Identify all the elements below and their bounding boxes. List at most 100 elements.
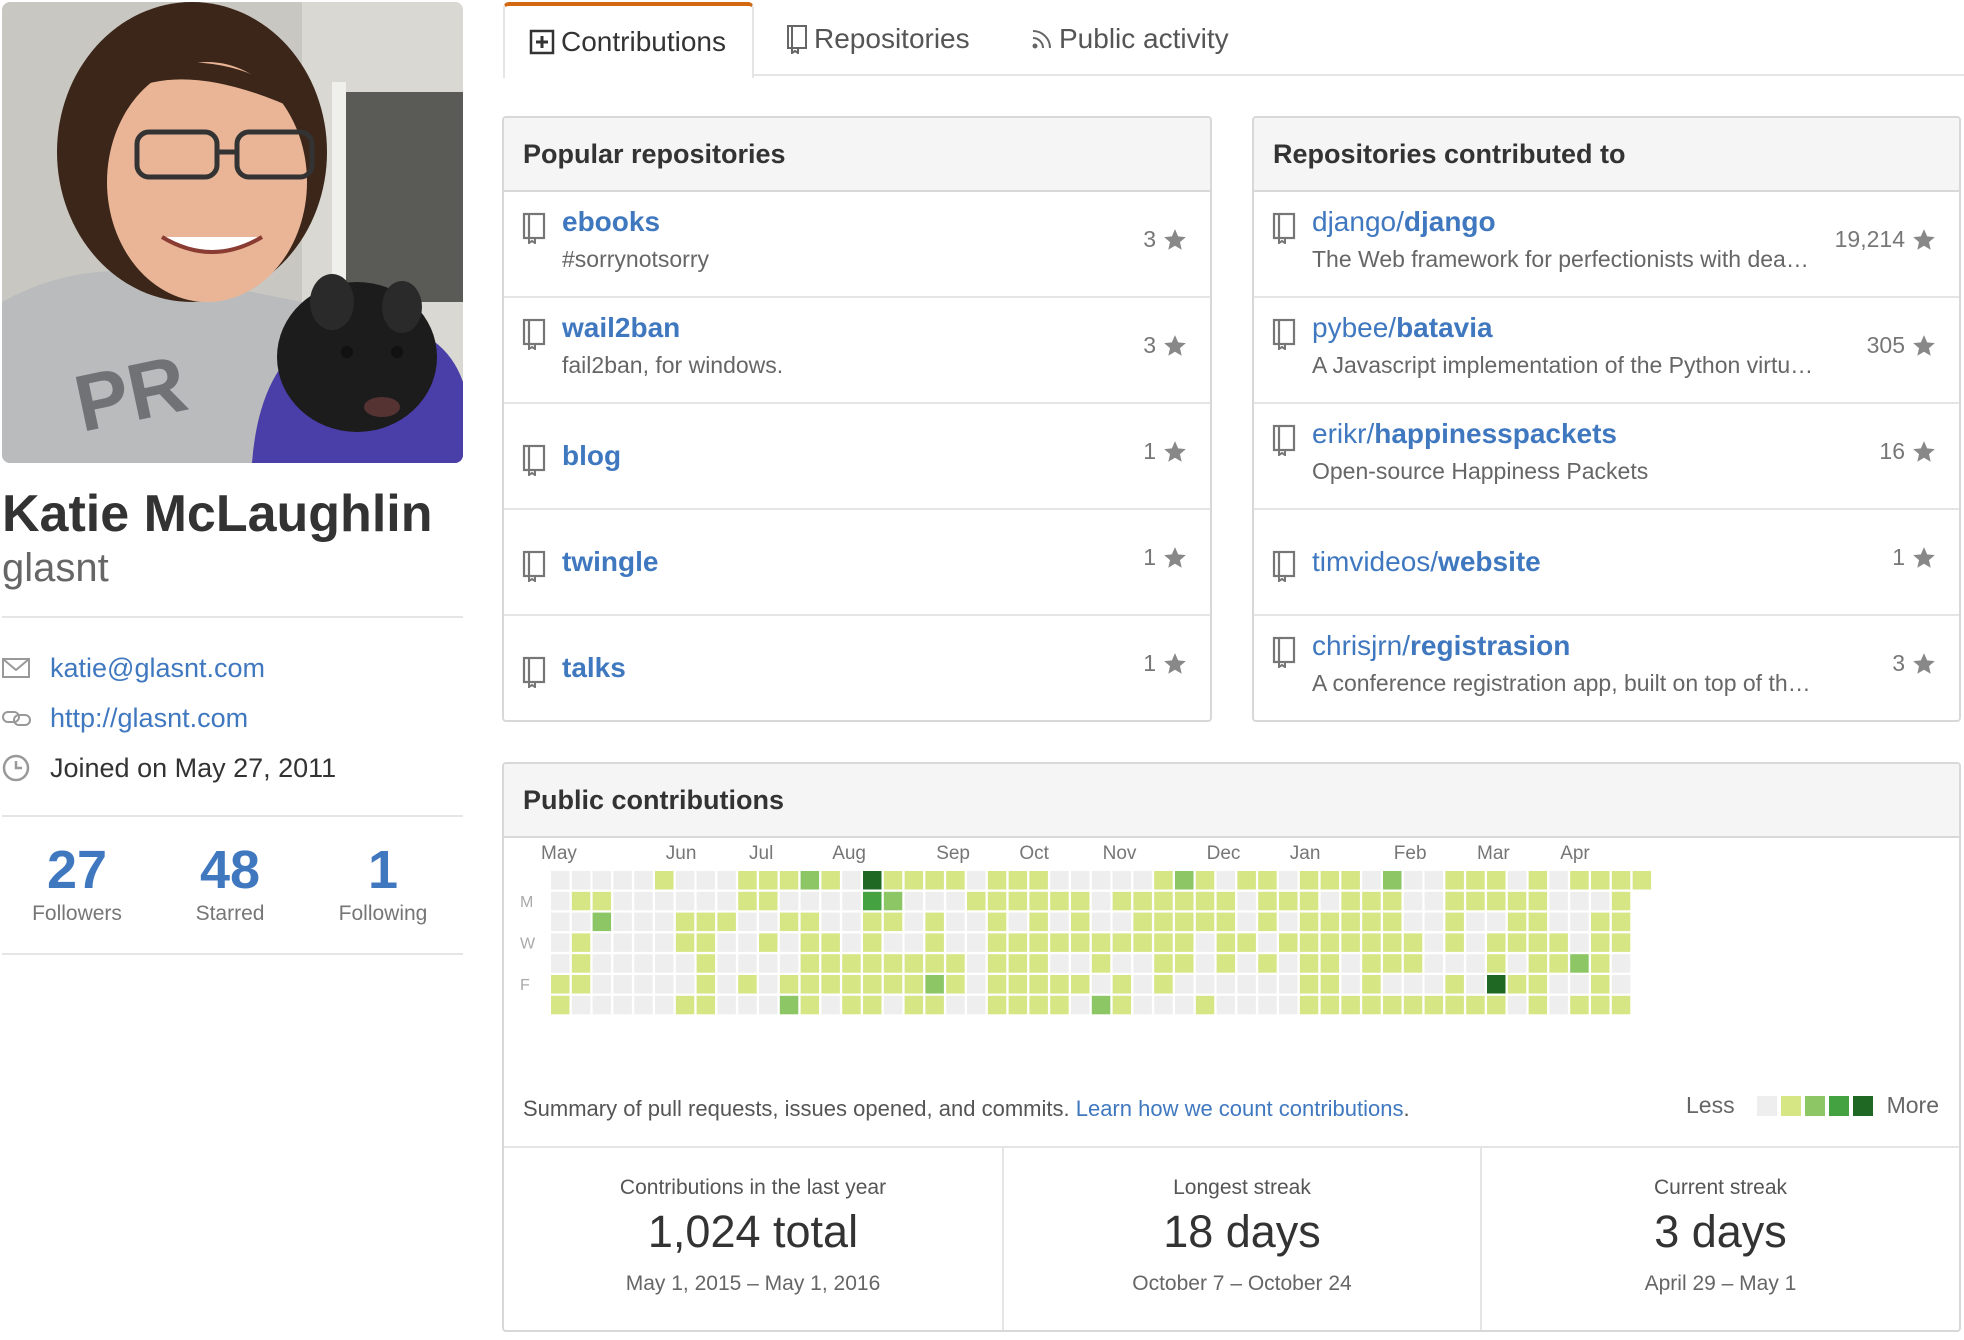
contribution-day[interactable] (1216, 995, 1236, 1015)
contribution-day[interactable] (717, 954, 736, 973)
contribution-day[interactable] (1050, 912, 1069, 932)
contribution-day[interactable] (1383, 954, 1402, 973)
contribution-day[interactable] (592, 891, 612, 911)
contribution-day[interactable] (655, 975, 674, 994)
contribution-day[interactable] (842, 912, 861, 932)
contribution-day[interactable] (1050, 891, 1069, 911)
contribution-day[interactable] (1237, 954, 1256, 973)
contribution-day[interactable] (1237, 933, 1256, 952)
contribution-day[interactable] (675, 891, 695, 911)
repo-link[interactable]: erikr/happinesspackets (1312, 418, 1617, 450)
contribution-day[interactable] (1528, 912, 1548, 932)
contribution-day[interactable] (717, 995, 736, 1015)
contribution-day[interactable] (1195, 871, 1215, 890)
contribution-day[interactable] (1570, 891, 1589, 911)
contribution-day[interactable] (759, 871, 778, 890)
contribution-day[interactable] (967, 975, 986, 994)
contribution-day[interactable] (1383, 912, 1402, 932)
contribution-day[interactable] (1133, 995, 1152, 1015)
contribution-day[interactable] (1591, 975, 1610, 994)
contribution-day[interactable] (1507, 912, 1527, 932)
contribution-day[interactable] (1258, 933, 1277, 952)
contribution-day[interactable] (863, 891, 882, 911)
contribution-day[interactable] (1445, 891, 1464, 911)
contribution-day[interactable] (946, 995, 965, 1015)
contribution-day[interactable] (1549, 975, 1568, 994)
contribution-day[interactable] (1133, 891, 1152, 911)
contribution-day[interactable] (1091, 995, 1111, 1015)
contribution-day[interactable] (1570, 871, 1589, 890)
contribution-day[interactable] (738, 933, 757, 952)
contribution-day[interactable] (1299, 871, 1319, 890)
contribution-day[interactable] (1320, 975, 1340, 994)
contribution-day[interactable] (1424, 975, 1444, 994)
contribution-day[interactable] (1279, 891, 1298, 911)
contribution-day[interactable] (1549, 912, 1568, 932)
contribution-day[interactable] (1216, 933, 1236, 952)
contribution-day[interactable] (1403, 954, 1423, 973)
contribution-day[interactable] (1362, 933, 1381, 952)
contribution-day[interactable] (1071, 954, 1090, 973)
contribution-day[interactable] (1195, 891, 1215, 911)
contribution-day[interactable] (779, 933, 799, 952)
contribution-day[interactable] (1071, 975, 1090, 994)
contribution-day[interactable] (1320, 891, 1340, 911)
contribution-day[interactable] (1237, 891, 1256, 911)
contribution-day[interactable] (883, 995, 903, 1015)
contribution-day[interactable] (1466, 995, 1485, 1015)
contribution-day[interactable] (759, 954, 778, 973)
contribution-day[interactable] (946, 975, 965, 994)
contribution-day[interactable] (1299, 975, 1319, 994)
contribution-day[interactable] (1424, 891, 1444, 911)
contribution-day[interactable] (1216, 912, 1236, 932)
contribution-day[interactable] (863, 954, 882, 973)
contribution-day[interactable] (1279, 871, 1298, 890)
contribution-day[interactable] (1237, 995, 1256, 1015)
contribution-day[interactable] (1445, 933, 1464, 952)
contribution-day[interactable] (946, 891, 965, 911)
contribution-day[interactable] (613, 954, 632, 973)
contribution-day[interactable] (842, 871, 861, 890)
contribution-day[interactable] (1362, 975, 1381, 994)
email-link[interactable]: katie@glasnt.com (50, 653, 265, 684)
contribution-day[interactable] (987, 891, 1007, 911)
website-link[interactable]: http://glasnt.com (50, 703, 248, 734)
contribution-day[interactable] (1091, 891, 1111, 911)
contribution-day[interactable] (1362, 954, 1381, 973)
contribution-day[interactable] (1112, 871, 1132, 890)
contribution-day[interactable] (738, 975, 757, 994)
contribution-day[interactable] (1071, 995, 1090, 1015)
contribution-day[interactable] (1570, 995, 1589, 1015)
contribution-day[interactable] (1320, 912, 1340, 932)
followers-stat[interactable]: 27 Followers (2, 840, 152, 926)
contribution-day[interactable] (1362, 891, 1381, 911)
contribution-day[interactable] (551, 891, 570, 911)
contribution-day[interactable] (1591, 933, 1610, 952)
contribution-day[interactable] (1383, 933, 1402, 952)
contribution-day[interactable] (1591, 912, 1610, 932)
contribution-day[interactable] (1299, 933, 1319, 952)
contribution-day[interactable] (1029, 871, 1048, 890)
contribution-day[interactable] (1466, 912, 1485, 932)
contribution-day[interactable] (1029, 954, 1048, 973)
contribution-day[interactable] (1445, 912, 1464, 932)
contribution-day[interactable] (717, 975, 736, 994)
contribution-day[interactable] (675, 871, 695, 890)
contribution-day[interactable] (1341, 954, 1360, 973)
contribution-day[interactable] (1611, 995, 1631, 1015)
contribution-day[interactable] (738, 954, 757, 973)
contribution-day[interactable] (696, 912, 716, 932)
contribution-day[interactable] (592, 975, 612, 994)
contribution-day[interactable] (1258, 891, 1277, 911)
contribution-day[interactable] (1279, 975, 1298, 994)
contribution-day[interactable] (1258, 954, 1277, 973)
contribution-day[interactable] (987, 995, 1007, 1015)
contribution-day[interactable] (551, 871, 570, 890)
contribution-day[interactable] (571, 933, 591, 952)
contribution-day[interactable] (1050, 995, 1069, 1015)
contribution-day[interactable] (1611, 933, 1631, 952)
contribution-day[interactable] (821, 975, 840, 994)
contribution-day[interactable] (634, 975, 653, 994)
contribution-day[interactable] (842, 954, 861, 973)
contribution-day[interactable] (1258, 995, 1277, 1015)
